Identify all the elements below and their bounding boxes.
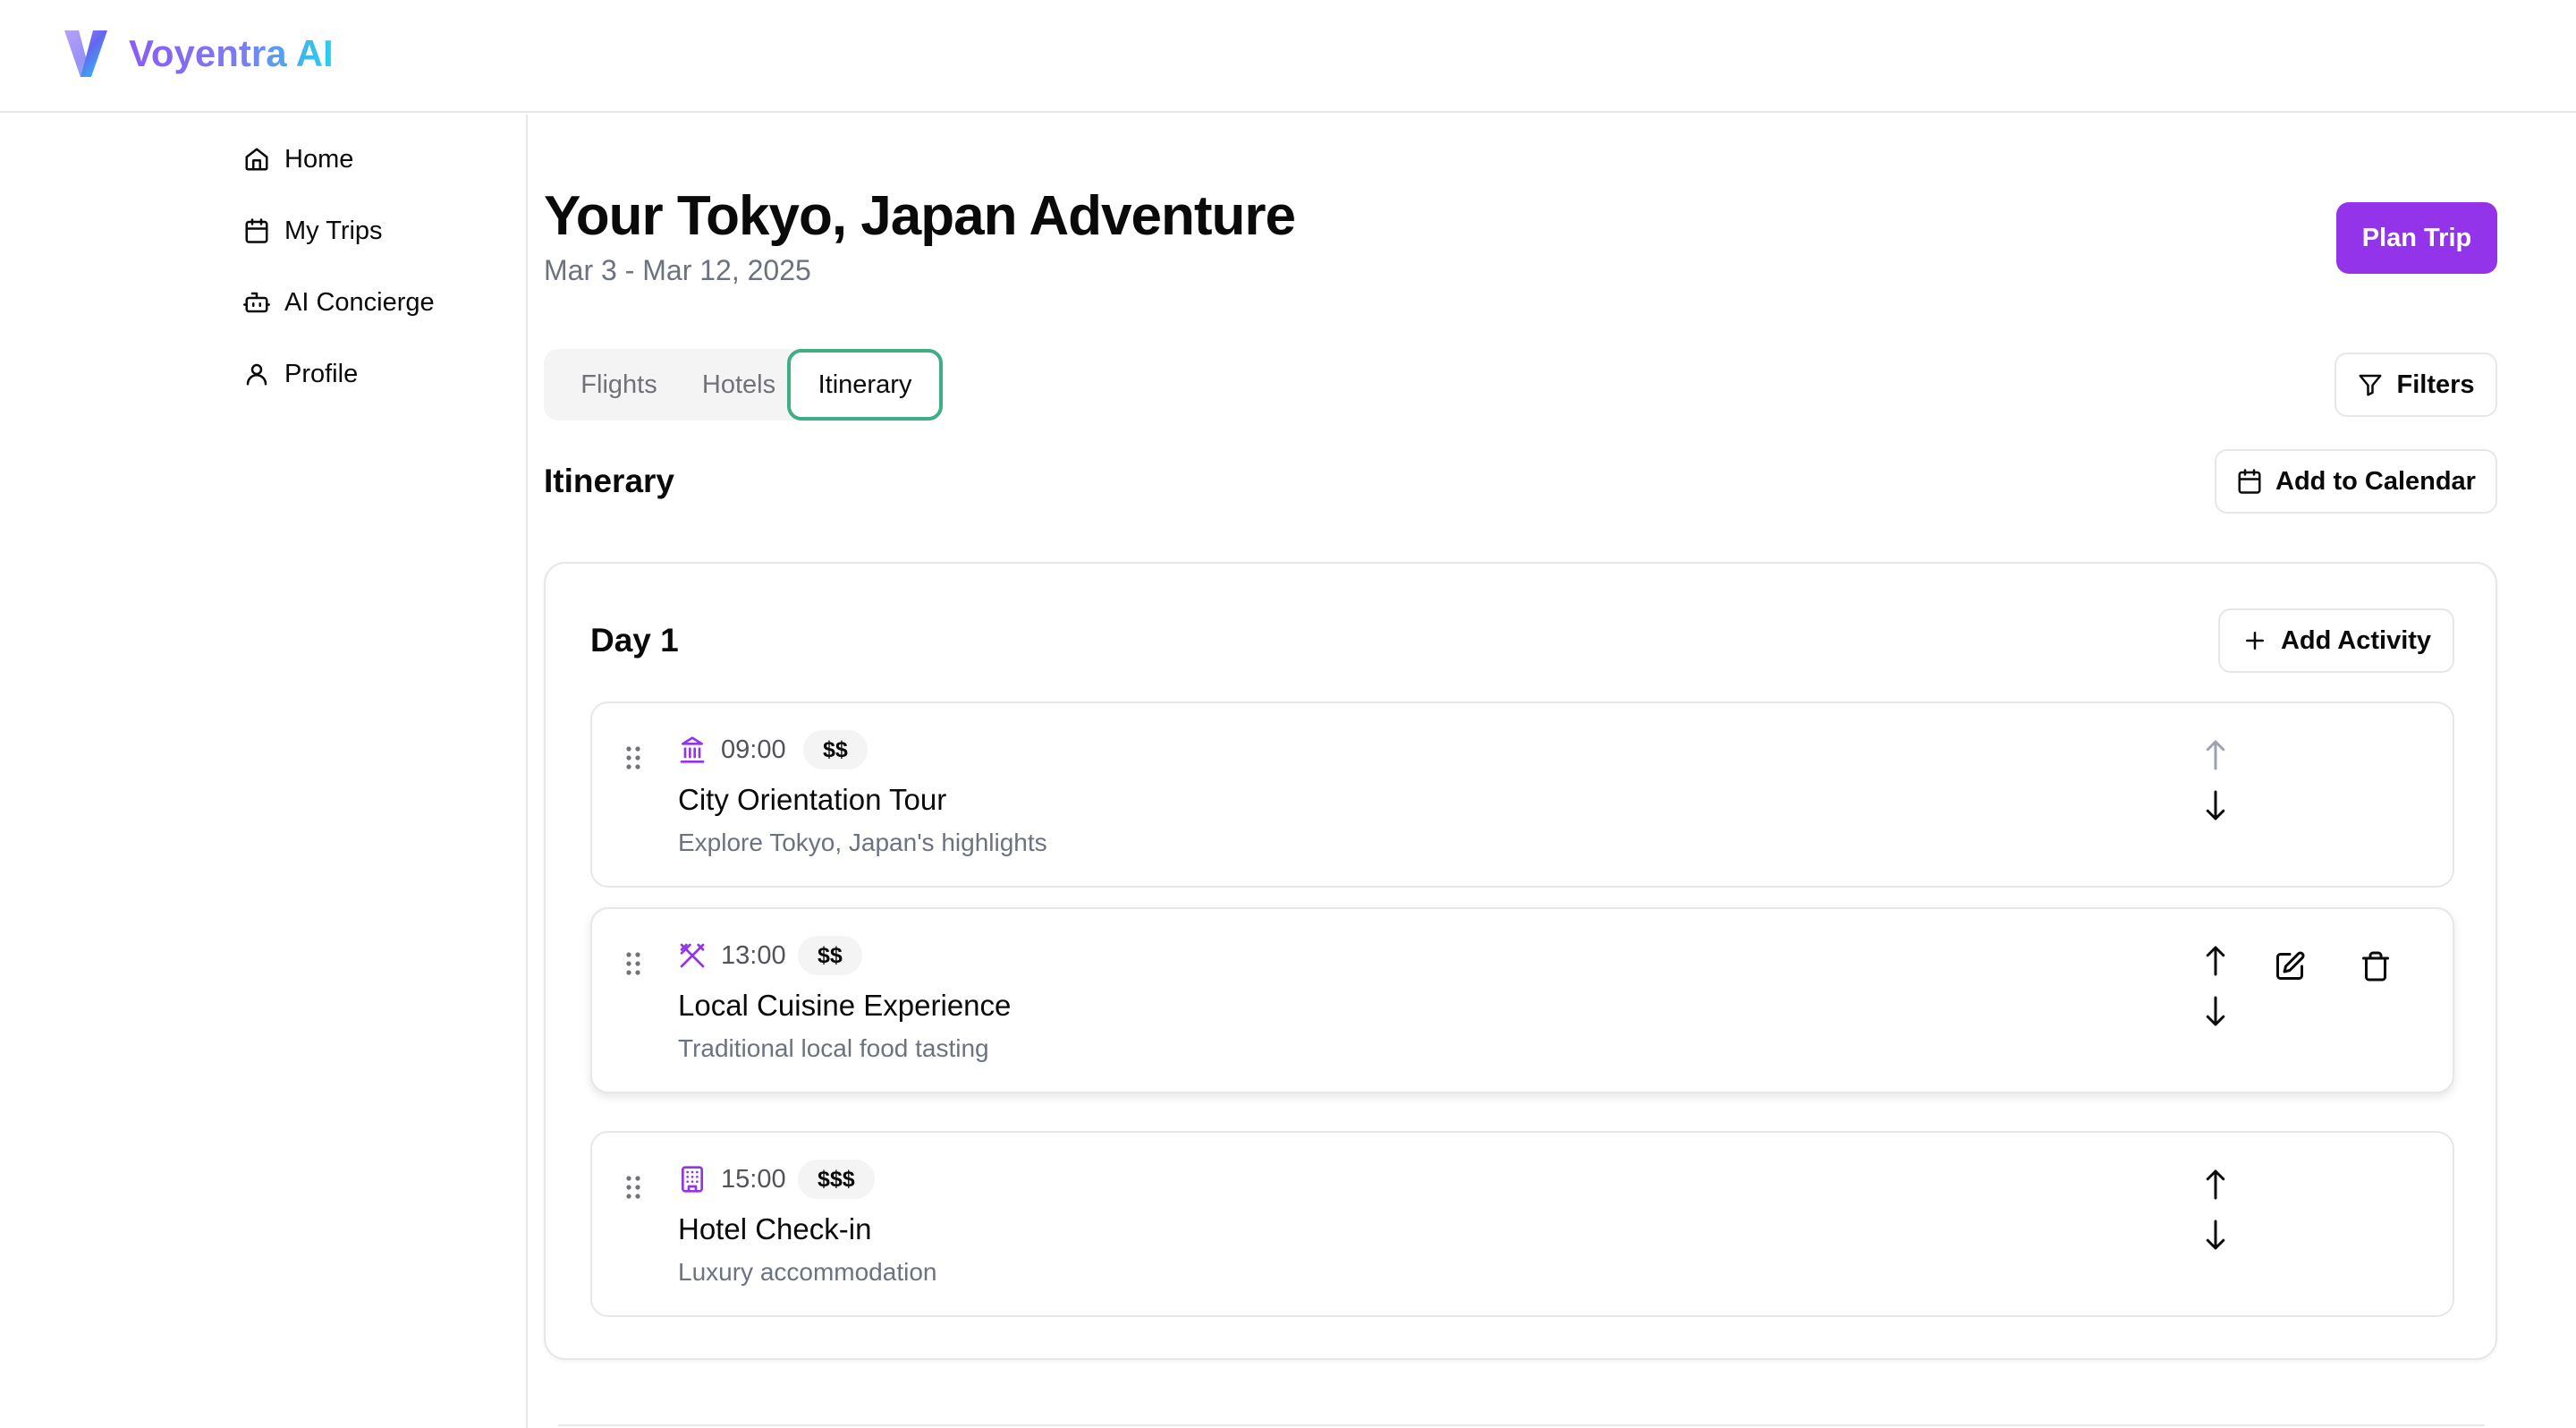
sidebar-item-label: AI Concierge: [284, 287, 435, 317]
filter-icon: [2359, 374, 2382, 396]
activity-time: 15:00: [721, 1165, 786, 1194]
activity-name: City Orientation Tour: [678, 783, 947, 816]
activity-description: Traditional local food tasting: [678, 1034, 989, 1062]
drag-handle-icon[interactable]: [624, 1174, 642, 1201]
sidebar-item-label: My Trips: [284, 216, 383, 245]
arrow-down-icon[interactable]: [2202, 787, 2229, 823]
trash-icon[interactable]: [2360, 950, 2392, 982]
sidebar-item-ai-concierge[interactable]: AI Concierge: [243, 281, 435, 324]
page-title: Your Tokyo, Japan Adventure: [544, 185, 1296, 247]
calendar-icon: [2238, 469, 2261, 494]
calendar-icon: [245, 218, 268, 243]
trip-dates: Mar 3 - Mar 12, 2025: [544, 254, 811, 286]
activity-time: 13:00: [721, 941, 786, 970]
drag-handle-icon[interactable]: [624, 744, 642, 771]
activity-description: Explore Tokyo, Japan's highlights: [678, 829, 1047, 856]
edit-icon[interactable]: [2274, 950, 2306, 982]
arrow-up-icon[interactable]: [2202, 737, 2229, 773]
filters-label: Filters: [2396, 370, 2475, 399]
activity-name: Hotel Check-in: [678, 1212, 872, 1245]
sidebar-item-home[interactable]: Home: [243, 138, 353, 181]
tab-hotels[interactable]: Hotels: [683, 349, 794, 421]
landmark-icon: [680, 736, 705, 763]
day-card: Day 1 Add Activity 09:00 $$ City Orienta…: [544, 562, 2497, 1360]
add-activity-button[interactable]: Add Activity: [2218, 608, 2454, 673]
brand-name[interactable]: Voyentra AI: [129, 32, 334, 75]
tab-itinerary[interactable]: Itinerary: [787, 349, 943, 421]
utensils-crossed-icon: [680, 943, 705, 968]
day-title: Day 1: [590, 622, 679, 659]
divider: [558, 1424, 2485, 1426]
activity-name: Local Cuisine Experience: [678, 989, 1012, 1022]
bot-icon: [243, 292, 270, 313]
sidebar-item-label: Profile: [284, 359, 359, 388]
sidebar-item-profile[interactable]: Profile: [243, 353, 358, 395]
activity-card[interactable]: 13:00 $$ Local Cuisine Experience Tradit…: [590, 907, 2454, 1093]
top-bar: Voyentra AI: [0, 0, 2576, 113]
building-icon: [682, 1166, 703, 1193]
arrow-down-icon[interactable]: [2202, 993, 2229, 1029]
price-badge: $$: [798, 936, 862, 975]
sidebar-item-my-trips[interactable]: My Trips: [243, 209, 383, 252]
arrow-up-icon[interactable]: [2202, 1167, 2229, 1203]
add-activity-label: Add Activity: [2280, 625, 2432, 655]
tab-list: Flights Hotels Itinerary: [544, 349, 943, 421]
add-to-calendar-button[interactable]: Add to Calendar: [2215, 449, 2497, 514]
sidebar: Home My Trips AI Concierge Profile: [0, 115, 528, 1428]
price-badge: $$$: [798, 1160, 875, 1199]
home-icon: [245, 148, 268, 171]
arrow-down-icon[interactable]: [2202, 1217, 2229, 1253]
activity-card[interactable]: 09:00 $$ City Orientation Tour Explore T…: [590, 701, 2454, 888]
section-title: Itinerary: [544, 463, 675, 499]
price-badge: $$: [803, 730, 868, 769]
activity-description: Luxury accommodation: [678, 1258, 937, 1286]
arrow-up-icon[interactable]: [2202, 943, 2229, 979]
user-icon: [246, 363, 267, 386]
drag-handle-icon[interactable]: [624, 950, 642, 977]
add-to-calendar-label: Add to Calendar: [2275, 466, 2476, 496]
filters-button[interactable]: Filters: [2334, 353, 2497, 417]
plus-icon: [2245, 632, 2264, 650]
activity-time: 09:00: [721, 735, 786, 764]
plan-trip-button[interactable]: Plan Trip: [2336, 202, 2497, 274]
tab-flights[interactable]: Flights: [555, 349, 683, 421]
logo-icon[interactable]: [61, 27, 111, 81]
sidebar-item-label: Home: [284, 144, 354, 174]
activity-card[interactable]: 15:00 $$$ Hotel Check-in Luxury accommod…: [590, 1131, 2454, 1317]
